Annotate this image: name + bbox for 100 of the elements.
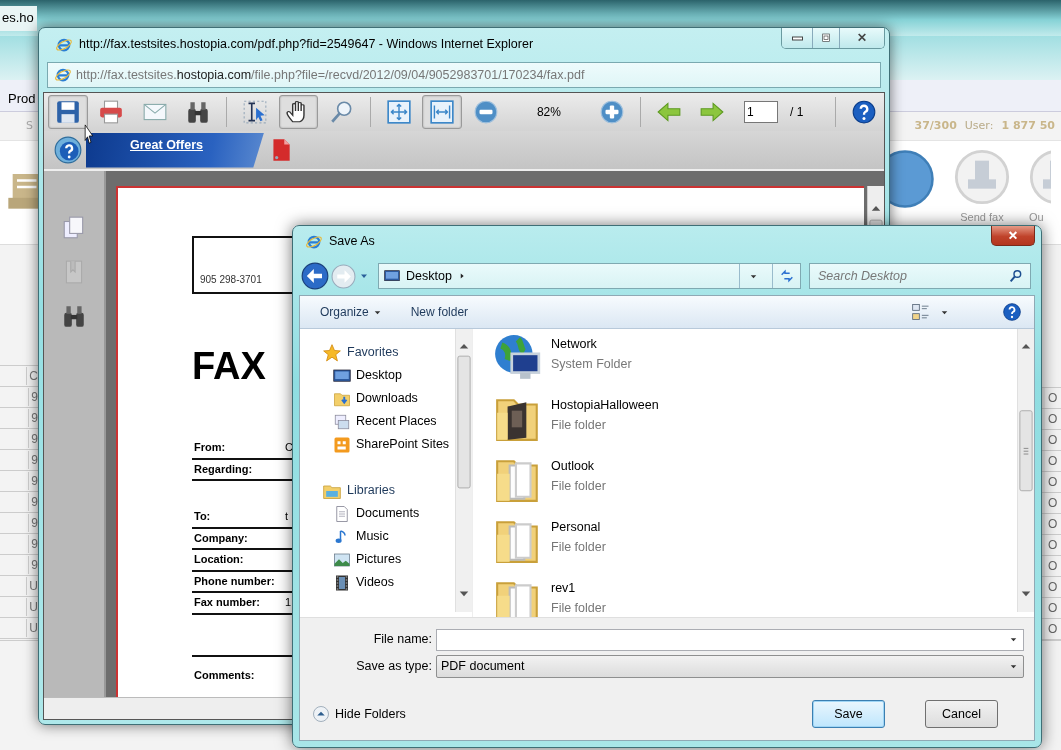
table-cell-text: O — [1047, 537, 1058, 554]
page-number-field[interactable]: 1 — [744, 101, 779, 123]
nav-group[interactable]: Libraries — [322, 479, 455, 502]
menu-button[interactable]: Organize — [320, 303, 383, 321]
fit-width-button[interactable] — [422, 95, 462, 129]
offers-banner-link[interactable]: Great Offers — [86, 132, 264, 168]
field-value: 1 — [285, 595, 292, 610]
vertical-scrollbar[interactable] — [1017, 329, 1034, 612]
nav-item[interactable]: Downloads — [333, 387, 455, 410]
document-icon — [333, 504, 351, 523]
fit-width-icon — [429, 99, 456, 125]
left-arrow-icon — [655, 99, 682, 125]
close-button[interactable] — [839, 28, 884, 48]
back-button[interactable] — [301, 262, 329, 290]
file-item[interactable]: Network System Folder — [493, 329, 1017, 390]
search-field[interactable]: Search Desktop — [816, 265, 1008, 287]
binoculars-button[interactable] — [61, 303, 87, 329]
table-cell-text: O — [1047, 579, 1058, 596]
field-value: C — [285, 440, 293, 455]
table-cell-text: O — [1047, 516, 1058, 533]
file-type: File folder — [551, 538, 606, 556]
file-item[interactable]: Outlook File folder — [493, 451, 1017, 512]
file-item[interactable]: HostopiaHalloween File folder — [493, 390, 1017, 451]
dialog-title: Save As — [329, 233, 375, 251]
table-cell-text: O — [1047, 432, 1058, 449]
field-label: Location: — [194, 552, 245, 567]
file-name: Personal — [551, 519, 602, 536]
fax-counter: 37/300 — [914, 117, 957, 134]
sharepoint-icon — [333, 435, 351, 454]
save-button[interactable] — [48, 95, 88, 129]
search-icon — [1008, 268, 1024, 284]
nav-item[interactable]: SharePoint Sites — [333, 433, 455, 456]
field-label: To: — [194, 509, 212, 524]
page-total: / 1 — [790, 104, 804, 121]
globe-help-icon — [54, 136, 82, 164]
hand-tool-button[interactable] — [278, 95, 319, 129]
field-value: t — [285, 509, 289, 524]
user-number: 1 877 50 — [1001, 117, 1055, 134]
url-text: http://fax.testsites.hostopia.com/file.php?file=/recvd/2012/09/04/9052983701/170234/fax.pdf — [76, 66, 585, 84]
field-label: From: — [194, 440, 227, 455]
monitor-icon — [383, 268, 401, 284]
search-box[interactable]: Search Desktop — [809, 263, 1031, 289]
file-type: System Folder — [551, 355, 632, 373]
table-cell-text: O — [1047, 495, 1058, 512]
hide-folders-button[interactable]: Hide Folders — [312, 704, 406, 724]
field-label: Comments: — [193, 667, 255, 683]
user-label: User: — [964, 117, 994, 134]
fit-page-icon — [385, 99, 412, 125]
file-name-field[interactable] — [436, 628, 1024, 651]
dialog-button[interactable]: Save — [812, 700, 885, 728]
breadcrumb-item[interactable]: Desktop — [406, 266, 452, 286]
toolbar-button[interactable]: New folder — [410, 303, 469, 321]
monitor-icon — [333, 366, 351, 385]
nav-item[interactable]: Videos — [333, 571, 455, 594]
browser-tab[interactable]: es.ho — [0, 6, 37, 31]
window-title: http://fax.testsites.hostopia.com/pdf.php?fid=2549647 - Windows Internet Explorer — [79, 36, 534, 54]
help-icon — [851, 99, 878, 125]
nav-item[interactable]: Pictures — [333, 548, 455, 571]
file-type: File folder — [551, 477, 606, 495]
maximize-button[interactable] — [812, 28, 839, 48]
document-heading: FAX — [192, 344, 266, 388]
field-label: Regarding: — [194, 461, 254, 477]
nav-item[interactable]: Desktop — [333, 364, 455, 387]
plus-icon — [599, 99, 626, 125]
minimize-button[interactable] — [782, 28, 812, 48]
file-name: Network — [551, 336, 598, 353]
recent-places-icon — [333, 412, 351, 431]
vertical-scrollbar[interactable] — [455, 329, 472, 612]
phone-number: 905 298-3701 — [200, 273, 262, 287]
table-cell-text: O — [1047, 558, 1058, 575]
nav-item[interactable]: Music — [333, 525, 455, 548]
file-name: Outlook — [551, 458, 596, 475]
field-label: Company: — [194, 530, 249, 546]
file-name: rev1 — [551, 580, 577, 597]
file-type: File folder — [551, 416, 607, 434]
table-cell-text: O — [1047, 411, 1058, 428]
file-type: File folder — [551, 599, 606, 617]
field-label: Phone number: — [194, 573, 276, 589]
nav-item[interactable]: Documents — [333, 502, 455, 525]
nav-item[interactable]: Recent Places — [333, 410, 455, 433]
film-strip-icon — [333, 573, 351, 592]
field-label: Fax number: — [194, 595, 261, 610]
printer-icon — [98, 99, 125, 125]
text-cursor-icon — [241, 99, 268, 125]
table-cell-text: O — [1047, 453, 1058, 470]
landscape-picture-icon — [333, 550, 351, 569]
menu-item[interactable]: Prod — [8, 91, 36, 106]
close-button[interactable] — [991, 226, 1035, 246]
right-arrow-icon — [699, 99, 726, 125]
fax-machine-icon — [954, 149, 1010, 205]
nav-group[interactable]: Favorites — [322, 341, 455, 364]
dialog-button[interactable]: Cancel — [925, 700, 998, 728]
address-field[interactable]: Desktop — [378, 263, 801, 289]
save-type-dropdown[interactable]: PDF document — [436, 655, 1024, 678]
table-cell-text: O — [1047, 621, 1058, 638]
address-bar[interactable]: http://fax.testsites.hostopia.com/file.php?file=/recvd/2012/09/04/9052983701/170234/fax.pdf — [47, 62, 881, 88]
star-icon — [322, 342, 342, 363]
table-cell-text: O — [1047, 390, 1058, 407]
file-name: HostopiaHalloween — [551, 397, 659, 414]
file-item[interactable]: Personal File folder — [493, 512, 1017, 573]
